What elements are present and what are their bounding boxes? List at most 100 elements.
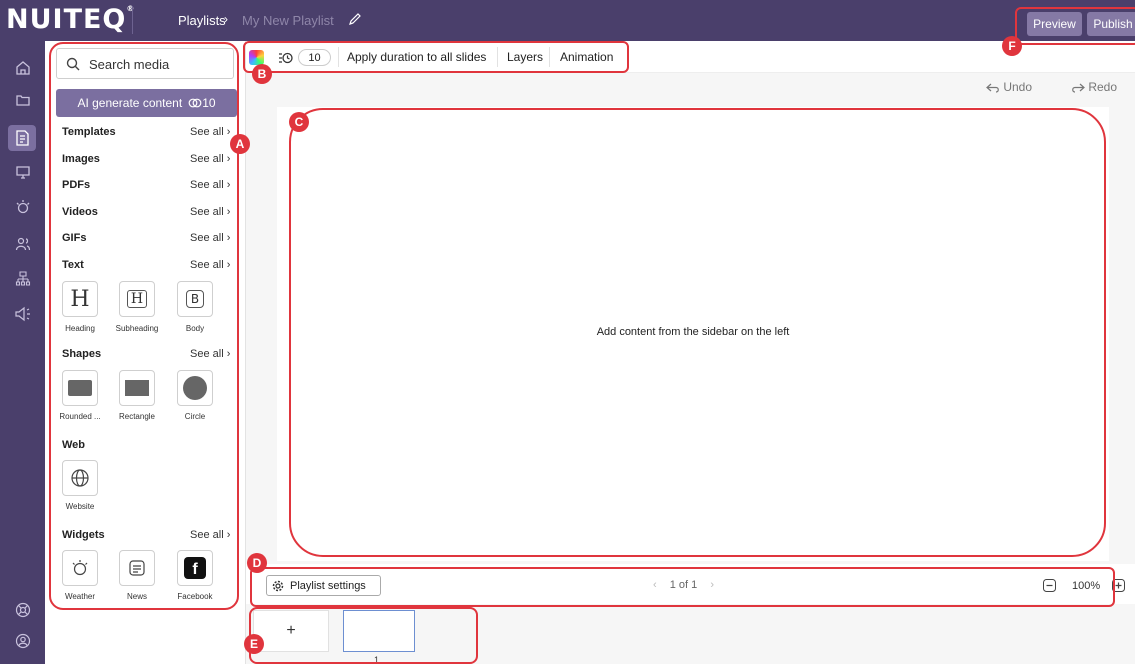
see-all-shapes[interactable]: See all › — [190, 348, 230, 360]
search-icon — [66, 57, 80, 71]
left-nav — [0, 41, 45, 664]
annotation-badge-e: E — [244, 634, 264, 654]
rounded-rectangle-label: Rounded ... — [59, 412, 101, 421]
nuiteq-logo[interactable]: NUITEQ® — [6, 4, 135, 35]
breadcrumb-playlists[interactable]: Playlists — [178, 13, 226, 28]
news-widget-tile[interactable] — [119, 550, 155, 586]
playlist-settings-button[interactable]: Playlist settings — [266, 575, 381, 596]
search-media-input[interactable]: Search media — [56, 48, 234, 79]
subheading-icon: H — [126, 290, 148, 308]
animation-button[interactable]: Animation — [560, 50, 613, 64]
zoom-out-icon[interactable] — [1043, 579, 1056, 592]
body-tile[interactable]: B — [177, 281, 213, 317]
slide-thumbnails: + 1 — [246, 604, 1135, 665]
annotation-badge-c: C — [289, 112, 309, 132]
apply-duration-button[interactable]: Apply duration to all slides — [347, 50, 486, 64]
redo-icon — [1072, 83, 1085, 93]
publish-button[interactable]: Publish — [1087, 12, 1135, 36]
rectangle-tile[interactable] — [119, 370, 155, 406]
website-tile[interactable] — [62, 460, 98, 496]
settings-gear-icon — [272, 580, 284, 591]
credits-icon — [188, 98, 202, 108]
globe-icon — [71, 469, 89, 487]
see-all-templates[interactable]: See all › — [190, 126, 230, 138]
users-icon[interactable] — [13, 234, 33, 254]
playlist-name[interactable]: My New Playlist — [242, 13, 334, 28]
slide-thumbnail[interactable] — [343, 610, 415, 652]
section-web: Web — [62, 439, 86, 451]
section-pdfs: PDFs — [62, 179, 91, 191]
facebook-widget-tile[interactable]: f — [177, 550, 213, 586]
redo-button[interactable]: Redo — [1071, 80, 1117, 94]
empty-canvas-message: Add content from the sidebar on the left — [596, 326, 790, 338]
facebook-label: Facebook — [177, 592, 213, 601]
website-label: Website — [65, 502, 95, 511]
news-label: News — [126, 592, 147, 601]
annotation-badge-b: B — [252, 64, 272, 84]
news-icon — [129, 560, 145, 576]
circle-icon — [183, 376, 207, 400]
see-all-widgets[interactable]: See all › — [190, 529, 230, 541]
page-indicator: 1 of 1 — [669, 579, 698, 591]
duration-input[interactable]: 10 — [298, 49, 331, 66]
color-picker-icon[interactable] — [249, 50, 264, 65]
subheading-label: Subheading — [115, 324, 159, 333]
section-templates: Templates — [62, 126, 116, 138]
home-icon[interactable] — [13, 58, 33, 78]
weather-label: Weather — [64, 592, 96, 601]
zoom-value: 100% — [1072, 579, 1101, 592]
display-icon[interactable] — [13, 162, 33, 182]
see-all-pdfs[interactable]: See all › — [190, 179, 230, 191]
see-all-text[interactable]: See all › — [190, 259, 230, 271]
annotation-badge-d: D — [247, 553, 267, 573]
folder-icon[interactable] — [13, 90, 33, 110]
preview-button[interactable]: Preview — [1027, 12, 1082, 36]
weather-widget-tile[interactable] — [62, 550, 98, 586]
see-all-images[interactable]: See all › — [190, 153, 230, 165]
section-videos: Videos — [62, 206, 98, 218]
announce-icon[interactable] — [13, 304, 33, 324]
weather-widget-icon — [72, 560, 88, 576]
layers-button[interactable]: Layers — [507, 50, 543, 64]
add-slide-button[interactable]: + — [253, 610, 329, 652]
section-widgets: Widgets — [62, 529, 105, 541]
search-placeholder: Search media — [89, 57, 170, 72]
annotation-badge-a: A — [230, 134, 250, 154]
help-icon[interactable] — [13, 600, 33, 620]
hierarchy-icon[interactable] — [13, 268, 33, 288]
toolbar-divider — [338, 47, 339, 67]
account-icon[interactable] — [13, 631, 33, 651]
pagination: ‹ 1 of 1 › — [653, 579, 714, 591]
media-sidebar: Search media AI generate content 10 Temp… — [45, 41, 246, 664]
rectangle-label: Rectangle — [118, 412, 156, 421]
next-page-button[interactable]: › — [710, 579, 714, 591]
heading-icon: H — [70, 286, 90, 312]
toolbar-divider — [549, 47, 550, 67]
see-all-gifs[interactable]: See all › — [190, 232, 230, 244]
playlist-icon[interactable] — [8, 125, 36, 151]
ai-credits-count: 10 — [202, 96, 216, 110]
ai-generate-button[interactable]: AI generate content 10 — [56, 89, 237, 117]
slide-canvas[interactable]: Add content from the sidebar on the left — [277, 107, 1109, 561]
body-icon: B — [185, 290, 205, 308]
zoom-in-icon[interactable] — [1112, 579, 1126, 592]
ai-generate-label: AI generate content — [77, 96, 183, 110]
section-text: Text — [62, 259, 84, 271]
edit-pencil-icon[interactable] — [348, 12, 362, 26]
bottom-bar: Playlist settings ‹ 1 of 1 › 100% — [246, 564, 1135, 604]
undo-button[interactable]: Undo — [986, 80, 1032, 94]
rounded-rectangle-icon — [68, 380, 92, 396]
heading-tile[interactable]: H — [62, 281, 98, 317]
rounded-rectangle-tile[interactable] — [62, 370, 98, 406]
zoom-control: 100% — [1043, 579, 1126, 592]
see-all-videos[interactable]: See all › — [190, 206, 230, 218]
circle-tile[interactable] — [177, 370, 213, 406]
annotation-badge-f: F — [1002, 36, 1022, 56]
prev-page-button[interactable]: ‹ — [653, 579, 657, 591]
section-images: Images — [62, 153, 100, 165]
section-gifs: GIFs — [62, 232, 87, 244]
facebook-icon: f — [184, 557, 206, 579]
subheading-tile[interactable]: H — [119, 281, 155, 317]
rectangle-icon — [125, 380, 149, 396]
weather-icon[interactable] — [13, 197, 33, 217]
